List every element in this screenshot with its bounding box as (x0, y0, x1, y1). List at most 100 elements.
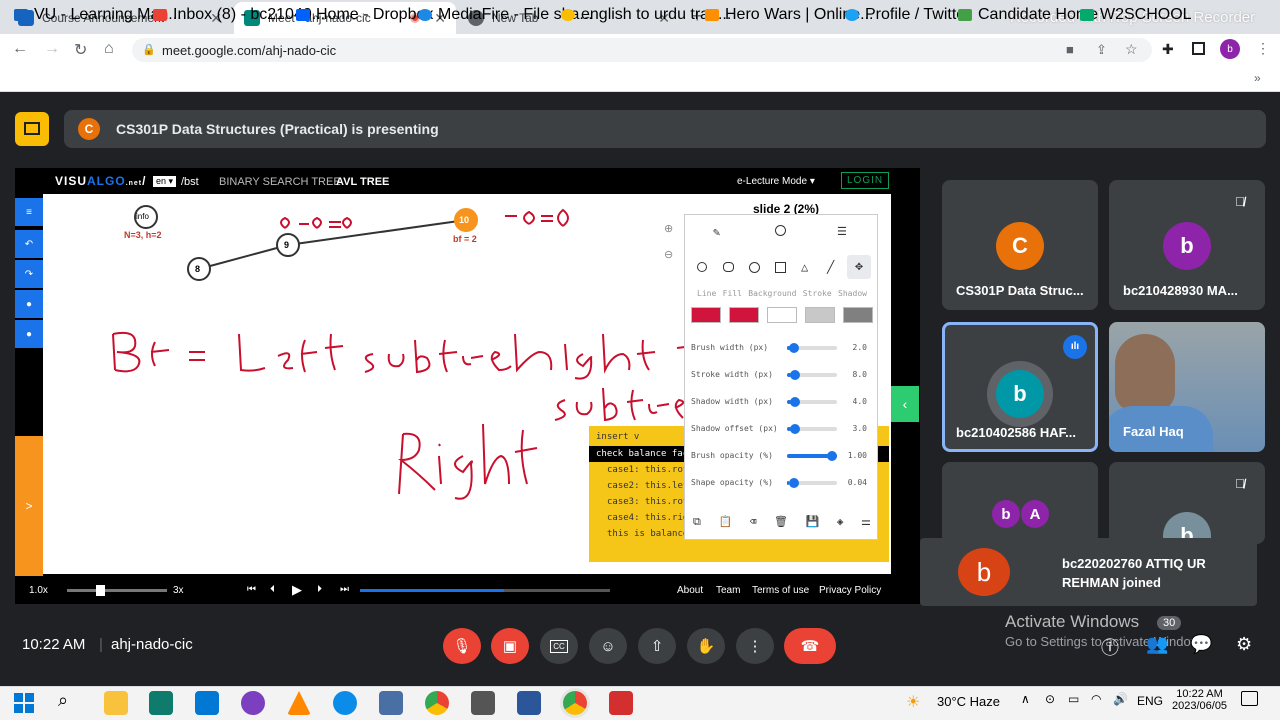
copy-icon[interactable]: ⧉ (693, 515, 701, 529)
windows-start-icon[interactable] (14, 693, 34, 713)
slider-knob[interactable] (789, 343, 799, 353)
slides-icon[interactable]: ≡ (15, 198, 43, 226)
expand-actions-button[interactable]: > (15, 436, 43, 576)
calculator-icon[interactable] (379, 691, 403, 715)
language-indicator[interactable]: ENG (1137, 694, 1163, 708)
rectangle-tool-icon[interactable] (775, 262, 786, 273)
slider-track[interactable] (787, 451, 837, 461)
color-swatch-3[interactable] (805, 307, 835, 323)
eraser-icon[interactable]: ⌫ (750, 515, 757, 529)
search-icon[interactable]: ⌕ (58, 690, 68, 711)
next-step-icon[interactable]: ⏵ (317, 584, 322, 595)
slider-knob[interactable] (788, 478, 799, 488)
info-icon[interactable]: ⓘ (1101, 634, 1119, 660)
nav-bst[interactable]: BINARY SEARCH TREE (219, 176, 341, 188)
first-step-icon[interactable]: ⏮ (247, 584, 256, 595)
delete-icon[interactable]: 🗑 (774, 515, 788, 529)
move-tool-icon[interactable]: ✥ (847, 255, 871, 279)
fill-bucket-icon[interactable]: ◈ (837, 515, 844, 529)
volume-icon[interactable]: 🔊 (1113, 692, 1128, 706)
edge-icon[interactable] (333, 691, 357, 715)
last-step-icon[interactable]: ⏭ (340, 584, 349, 595)
back-icon[interactable]: ← (12, 40, 28, 58)
chrome-icon[interactable] (425, 691, 449, 715)
weather-text[interactable]: 30°C Haze (937, 694, 1000, 709)
footer-about[interactable]: About (677, 585, 703, 596)
pencil-icon[interactable]: ✎ (713, 225, 720, 239)
footer-team[interactable]: Team (716, 585, 740, 596)
captions-button[interactable]: CC (540, 628, 578, 664)
bookmark-w2school[interactable]: W2SCHOOL (1080, 6, 1192, 24)
slider-knob[interactable] (790, 370, 801, 380)
camera-blocked-icon[interactable]: ■ (1066, 42, 1074, 57)
zoom-out-icon[interactable]: ⊖ (664, 248, 673, 261)
avast-icon[interactable] (241, 691, 265, 715)
slider-track[interactable] (787, 343, 837, 353)
presentation-banner-icon[interactable] (15, 112, 49, 146)
forward-icon[interactable]: → (44, 40, 60, 58)
bookmark-candidate-home[interactable]: Candidate Home (958, 6, 1098, 24)
tray-app-icon[interactable]: ⊙ (1045, 692, 1055, 706)
screen-recorder-icon[interactable] (609, 691, 633, 715)
node-9-label[interactable]: 9 (284, 240, 289, 250)
activities-icon[interactable]: ⚙ (1236, 634, 1252, 655)
participant-tile[interactable]: b A (942, 462, 1098, 544)
slider-knob[interactable] (790, 397, 801, 407)
profile-avatar[interactable]: b (1220, 39, 1240, 59)
nav-avl-tree[interactable]: AVL TREE (336, 176, 389, 188)
footer-privacy[interactable]: Privacy Policy (819, 585, 881, 596)
tab-line[interactable]: Line (697, 289, 716, 298)
leave-call-button[interactable]: ☎ (784, 628, 836, 664)
circle-tool-icon[interactable] (697, 262, 707, 272)
zoom-in-icon[interactable]: ⊕ (664, 222, 673, 235)
share-icon[interactable]: ⇪ (1096, 42, 1107, 58)
people-icon[interactable]: 👥 (1146, 634, 1168, 655)
speed-slider[interactable] (67, 589, 167, 592)
reactions-button[interactable]: ☺ (589, 628, 627, 664)
chrome-menu-icon[interactable]: ⋮ (1256, 40, 1270, 57)
bookmark-dropbox[interactable]: Home - Dropbox (296, 6, 433, 24)
extensions-icon[interactable]: ✚ (1162, 41, 1174, 58)
mic-off-button[interactable]: 🎙 (443, 628, 481, 664)
slider-knob[interactable] (827, 451, 837, 461)
slider-knob[interactable] (790, 424, 801, 434)
clock[interactable]: 10:22 AM 2023/06/05 (1172, 688, 1227, 712)
slider-track[interactable] (787, 478, 837, 488)
bookmark-twitter[interactable]: Profile / Twitter (845, 6, 971, 24)
present-button[interactable]: ⇧ (638, 628, 676, 664)
camera-off-button[interactable]: ▣ (491, 628, 529, 664)
tray-chevron-icon[interactable]: ∧ (1021, 692, 1030, 706)
collapse-panel-button[interactable]: ‹ (891, 386, 919, 422)
participant-video-tile[interactable]: Fazal Haq (1109, 322, 1265, 452)
speed-slider-handle[interactable] (96, 585, 105, 596)
node-8-label[interactable]: 8 (195, 264, 200, 274)
color-swatch-2[interactable] (767, 307, 797, 323)
home-icon[interactable]: ⌂ (104, 40, 114, 58)
login-button[interactable]: LOGIN (841, 172, 890, 189)
triangle-tool-icon[interactable]: △ (801, 260, 808, 274)
raise-hand-button[interactable]: ✋ (687, 628, 725, 664)
tab-shadow[interactable]: Shadow (838, 289, 867, 298)
settings-lines-icon[interactable]: ☰ (837, 225, 847, 238)
save-icon[interactable]: 💾 (806, 515, 820, 529)
line-tool-icon[interactable]: ╱ (827, 260, 834, 274)
chrome-active-icon[interactable] (563, 691, 587, 715)
wifi-icon[interactable]: ◠ (1091, 692, 1101, 706)
slider-track[interactable] (787, 370, 837, 380)
participant-tile[interactable]: 🎙̸ b bc210428930 MA... (1109, 180, 1265, 310)
bookmarks-overflow-icon[interactable]: » (1254, 71, 1261, 85)
chat-icon[interactable]: 💬 (1190, 634, 1212, 655)
prev-step-icon[interactable]: ⏴ (270, 584, 275, 595)
tab-background[interactable]: Background (748, 289, 796, 298)
record-icon[interactable]: ● (15, 290, 43, 318)
lecture-mode-select[interactable]: e-Lecture Mode ▾ (737, 176, 815, 187)
participant-tile[interactable]: 🎙̸ b (1109, 462, 1265, 560)
notifications-icon[interactable] (1241, 691, 1258, 706)
store-icon[interactable] (149, 691, 173, 715)
participant-tile[interactable]: C CS301P Data Struc... (942, 180, 1098, 310)
undo-icon[interactable]: ↶ (15, 230, 43, 258)
oval-tool-icon[interactable] (723, 262, 734, 272)
participant-tile-speaking[interactable]: ılı b bc210402586 HAF... (942, 322, 1098, 452)
ellipse-tool-icon[interactable] (749, 262, 760, 273)
footer-terms[interactable]: Terms of use (752, 585, 809, 596)
